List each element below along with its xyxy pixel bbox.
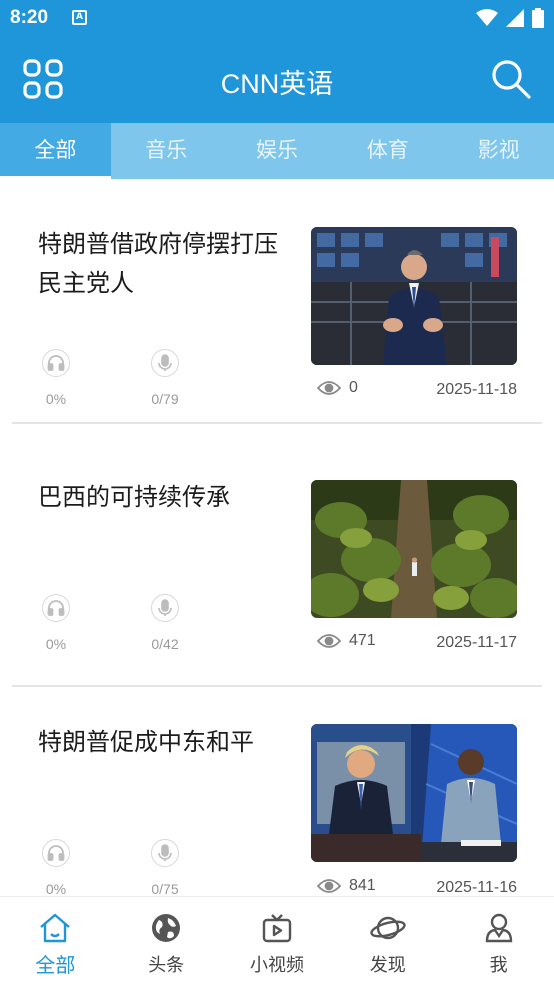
listen-progress: 0% — [45, 391, 67, 407]
listen-stat: 0% — [36, 349, 76, 407]
article-thumbnail[interactable] — [311, 724, 517, 862]
nav-item-discover[interactable]: 发现 — [332, 897, 443, 984]
wifi-icon — [476, 9, 498, 26]
tab-music[interactable]: 音乐 — [111, 123, 222, 179]
article-title[interactable]: 特朗普借政府停摆打压民主党人 — [38, 225, 278, 303]
category-tabs: 全部 音乐 娱乐 体育 影视 — [0, 123, 554, 179]
search-button[interactable] — [490, 58, 532, 100]
speak-progress: 0/79 — [151, 391, 179, 407]
nav-item-short-video[interactable]: 小视频 — [222, 897, 333, 984]
article-list: 特朗普借政府停摆打压民主党人 0% 0/79 0 2025-11-18 巴西的可… — [0, 179, 554, 895]
article-title[interactable]: 巴西的可持续传承 — [38, 478, 278, 517]
nav-label: 发现 — [369, 955, 406, 976]
microphone-icon — [151, 594, 179, 622]
search-icon — [492, 60, 531, 99]
headphones-icon — [42, 839, 70, 867]
article-thumbnail[interactable] — [311, 480, 517, 618]
headphones-icon — [42, 594, 70, 622]
tv-icon — [262, 914, 292, 943]
listen-stat: 0% — [36, 594, 76, 652]
listen-stat: 0% — [36, 839, 76, 895]
headphones-icon — [42, 349, 70, 377]
globe-icon — [152, 914, 181, 942]
article-date: 2025-11-17 — [436, 634, 517, 651]
eye-icon — [317, 879, 341, 893]
nav-label: 小视频 — [249, 955, 304, 976]
nav-item-all[interactable]: 全部 — [0, 897, 111, 984]
views-value: 841 — [349, 877, 376, 894]
page-title: CNN英语 — [220, 69, 334, 99]
battery-icon — [532, 8, 544, 28]
listen-progress: 0% — [45, 636, 67, 652]
home-icon — [40, 913, 71, 943]
bottom-nav: 全部 头条 小视频 发现 我 — [0, 896, 554, 984]
nav-item-headlines[interactable]: 头条 — [111, 897, 222, 984]
tab-movies[interactable]: 影视 — [443, 123, 554, 179]
app-header: CNN英语 — [0, 36, 554, 123]
view-count: 841 — [317, 877, 376, 895]
article-card[interactable]: 特朗普促成中东和平 0% 0/75 841 2025-11-16 — [12, 687, 542, 895]
microphone-icon — [151, 839, 179, 867]
article-title[interactable]: 特朗普促成中东和平 — [38, 723, 278, 762]
status-bar: 8:20 A — [0, 0, 554, 36]
tab-entertainment[interactable]: 娱乐 — [222, 123, 333, 179]
planet-icon — [370, 916, 406, 940]
nav-label: 我 — [489, 955, 508, 976]
tab-sports[interactable]: 体育 — [332, 123, 443, 179]
speak-progress: 0/75 — [151, 881, 179, 895]
nav-item-me[interactable]: 我 — [443, 897, 554, 984]
view-count: 471 — [317, 632, 376, 650]
eye-icon — [317, 634, 341, 648]
article-date: 2025-11-16 — [436, 879, 517, 895]
article-card[interactable]: 巴西的可持续传承 0% 0/42 471 2025-11-17 — [12, 442, 542, 687]
status-time: 8:20 — [10, 7, 49, 28]
article-card[interactable]: 特朗普借政府停摆打压民主党人 0% 0/79 0 2025-11-18 — [12, 179, 542, 424]
speak-progress: 0/42 — [151, 636, 179, 652]
article-thumbnail[interactable] — [311, 227, 517, 365]
views-value: 0 — [349, 379, 358, 396]
signal-icon — [506, 9, 524, 27]
notification-icon: A — [72, 10, 87, 25]
speak-stat: 0/75 — [145, 839, 185, 895]
views-value: 471 — [349, 632, 376, 649]
listen-progress: 0% — [45, 881, 67, 895]
system-icons — [476, 8, 544, 28]
tab-all[interactable]: 全部 — [0, 123, 111, 179]
nav-label: 全部 — [35, 953, 76, 977]
nav-label: 头条 — [148, 955, 185, 976]
article-date: 2025-11-18 — [436, 381, 517, 398]
eye-icon — [317, 381, 341, 395]
user-icon — [485, 913, 512, 943]
view-count: 0 — [317, 379, 358, 397]
speak-stat: 0/42 — [145, 594, 185, 652]
speak-stat: 0/79 — [145, 349, 185, 407]
microphone-icon — [151, 349, 179, 377]
